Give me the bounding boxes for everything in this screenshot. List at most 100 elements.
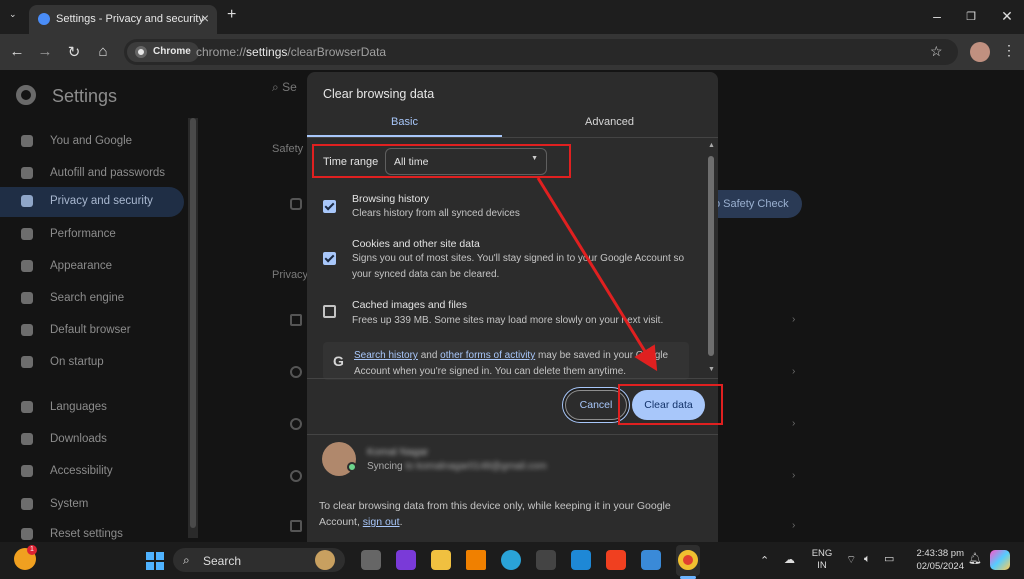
clock[interactable]: 2:43:38 pm 02/05/2024 <box>906 547 964 573</box>
sidebar-scrollbar[interactable] <box>188 118 198 538</box>
url-text[interactable]: chrome://settings/clearBrowserData <box>196 45 386 59</box>
sidebar-item-performance[interactable]: Performance <box>0 220 184 250</box>
copilot-icon[interactable] <box>990 550 1010 570</box>
clear-data-highlight <box>618 384 723 425</box>
dialog-scrollbar[interactable]: ▲ ▼ <box>706 140 716 378</box>
edge-icon[interactable] <box>501 550 521 570</box>
sidebar-item-appearance[interactable]: Appearance <box>0 252 184 282</box>
tab-advanced[interactable]: Advanced <box>512 116 707 128</box>
section-privacy-label: Privacy <box>272 269 309 281</box>
notification-badge: 1 <box>27 545 37 555</box>
file-explorer-icon[interactable] <box>431 550 451 570</box>
paint-icon[interactable] <box>641 550 661 570</box>
sidebar-item-default-browser[interactable]: Default browser <box>0 316 184 346</box>
cookie-icon <box>290 366 302 378</box>
download-icon <box>21 433 33 445</box>
section-safety-label: Safety <box>272 143 304 155</box>
minimize-button[interactable]: – <box>929 8 945 24</box>
sidebar-item-label: Appearance <box>50 260 113 272</box>
language-indicator[interactable]: ENG IN <box>810 548 834 572</box>
chevron-right-icon[interactable]: › <box>792 314 795 325</box>
search-icon: ⌕ <box>183 553 190 567</box>
sign-out-link[interactable]: sign out <box>363 516 400 528</box>
address-bar[interactable]: Chrome chrome://settings/clearBrowserDat… <box>124 39 958 65</box>
sidebar-item-autofill-and-passwords[interactable]: Autofill and passwords <box>0 159 184 189</box>
shield-icon <box>21 195 33 207</box>
divider <box>307 378 718 379</box>
option-desc: Frees up 339 MB. Some sites may load mor… <box>352 315 664 326</box>
taskbar-search[interactable]: ⌕ Search <box>173 548 345 572</box>
sidebar-item-accessibility[interactable]: Accessibility <box>0 457 184 487</box>
sidebar-item-on-startup[interactable]: On startup <box>0 348 184 378</box>
taskbar: 1 ⌕ Search ⌃ ☁ ENG IN ⌔ 🔈︎ ▭ 2:43:38 pm 02… <box>0 542 1024 579</box>
search-circle-icon <box>290 470 302 482</box>
tab-settings[interactable]: Settings - Privacy and security × <box>29 5 217 34</box>
close-window-button[interactable]: ✕ <box>999 8 1015 25</box>
vlc-icon[interactable] <box>466 550 486 570</box>
shield-icon <box>290 198 302 210</box>
option-title: Browsing history <box>352 193 430 205</box>
sidebar-item-label: Accessibility <box>50 465 113 477</box>
account-sync-status: Syncing to komalnagar0148@gmail.com <box>367 461 547 472</box>
search-highlight-icon <box>315 550 335 570</box>
info-text-and: and <box>417 350 441 361</box>
lang-line2: IN <box>817 560 827 571</box>
sidebar-item-label: Languages <box>50 401 107 413</box>
search-history-link[interactable]: Search history <box>354 350 418 361</box>
chevron-right-icon[interactable]: › <box>792 470 795 481</box>
cloud-icon[interactable]: ☁ <box>784 553 795 566</box>
battery-icon[interactable]: ▭ <box>884 552 894 565</box>
sidebar-item-downloads[interactable]: Downloads <box>0 425 184 455</box>
chevron-right-icon[interactable]: › <box>792 366 795 377</box>
divider <box>307 137 718 138</box>
chrome-chip[interactable]: Chrome <box>127 42 199 62</box>
menu-kebab-icon[interactable]: ⋮ <box>1002 42 1016 59</box>
sidebar-item-system[interactable]: System <box>0 490 184 520</box>
sidebar-item-you-and-google[interactable]: You and Google <box>0 127 184 157</box>
dialog-title: Clear browsing data <box>323 87 435 101</box>
bookmark-star-icon[interactable]: ☆ <box>930 43 943 60</box>
chevron-right-icon[interactable]: › <box>792 418 795 429</box>
sidebar-item-search-engine[interactable]: Search engine <box>0 284 184 314</box>
speedometer-icon <box>21 228 33 240</box>
media-player-icon[interactable] <box>536 550 556 570</box>
sidebar-item-privacy-and-security[interactable]: Privacy and security <box>0 187 184 217</box>
notification-bell-icon[interactable]: 🔔︎ <box>968 552 982 565</box>
cookies-checkbox[interactable] <box>323 252 336 265</box>
chevron-right-icon[interactable]: › <box>792 520 795 531</box>
back-button[interactable]: ← <box>9 43 25 60</box>
google-info-text: Search history and other forms of activi… <box>354 348 689 380</box>
vscode-icon[interactable] <box>571 550 591 570</box>
new-tab-button[interactable]: + <box>227 6 236 24</box>
cached-images-checkbox[interactable] <box>323 305 336 318</box>
intellij-icon[interactable] <box>396 550 416 570</box>
sidebar-item-languages[interactable]: Languages <box>0 393 184 423</box>
settings-search[interactable]: ⌕ Se <box>272 80 312 106</box>
scroll-down-icon[interactable]: ▼ <box>708 366 715 373</box>
google-activity-info: G Search history and other forms of acti… <box>323 342 689 380</box>
other-activity-link[interactable]: other forms of activity <box>440 350 535 361</box>
volume-icon[interactable]: 🔈︎ <box>864 553 871 566</box>
windows-start-icon[interactable] <box>146 552 164 570</box>
wifi-icon[interactable]: ⌔ <box>846 553 856 567</box>
sync-email: to komalnagar0148@gmail.com <box>405 461 547 472</box>
taskbar-search-label: Search <box>203 554 242 568</box>
tab-basic[interactable]: Basic <box>307 116 502 128</box>
tray-overflow-icon[interactable]: ⌃ <box>760 554 769 567</box>
close-tab-icon[interactable]: × <box>201 10 209 26</box>
maximize-button[interactable]: ❐ <box>963 10 979 23</box>
time-range-highlight <box>312 144 571 178</box>
task-view-icon[interactable] <box>361 550 381 570</box>
scroll-up-icon[interactable]: ▲ <box>708 142 715 149</box>
tab-search-chevron-icon[interactable]: ⌄ <box>9 9 17 20</box>
brave-icon[interactable] <box>606 550 626 570</box>
browsing-history-checkbox[interactable] <box>323 200 336 213</box>
profile-avatar[interactable] <box>970 42 990 62</box>
reload-button[interactable]: ↻ <box>66 43 82 61</box>
home-button[interactable]: ⌂ <box>95 43 111 60</box>
autofill-icon <box>21 167 33 179</box>
google-g-icon: G <box>333 353 344 369</box>
settings-logo-icon <box>16 85 36 105</box>
url-path: /clearBrowserData <box>287 45 387 59</box>
forward-button[interactable]: → <box>37 43 53 60</box>
